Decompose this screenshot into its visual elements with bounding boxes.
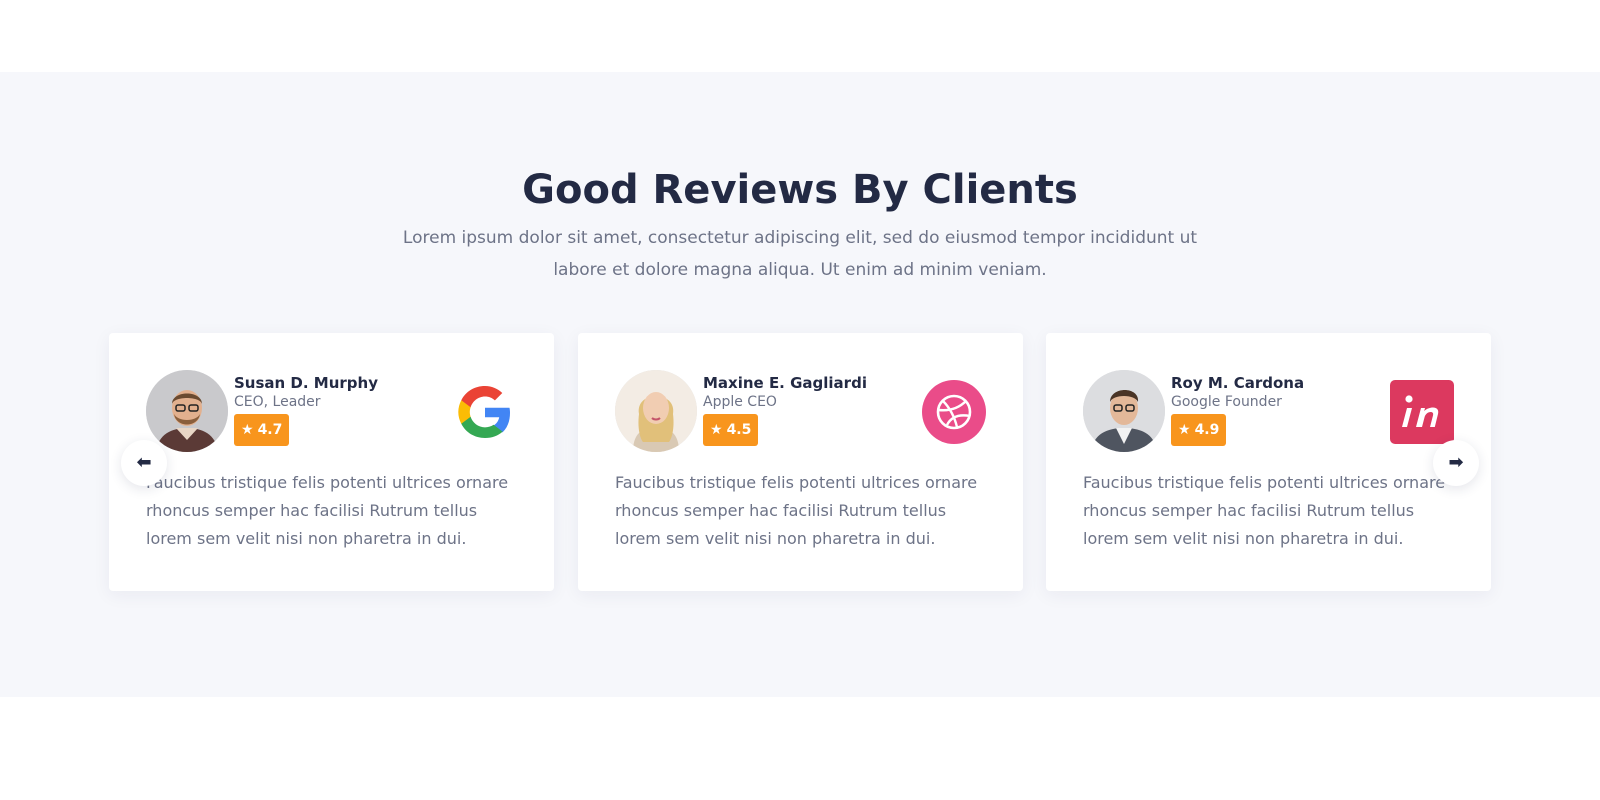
star-icon: ★ [1178, 422, 1191, 438]
star-icon: ★ [241, 422, 254, 438]
carousel-next-button[interactable]: ➡ [1433, 440, 1479, 486]
client-role: Apple CEO [703, 394, 777, 410]
avatar [146, 370, 228, 452]
testimonial-text: Faucibus tristique felis potenti ultrice… [615, 473, 978, 548]
testimonial-text: Faucibus tristique felis potenti ultrice… [146, 473, 509, 548]
google-icon [458, 386, 510, 438]
dribbble-icon [922, 380, 986, 444]
avatar [1083, 370, 1165, 452]
testimonial-text: Faucibus tristique felis potenti ultrice… [1083, 473, 1446, 548]
client-role: Google Founder [1171, 394, 1282, 410]
client-name: Susan D. Murphy [234, 374, 379, 392]
arrow-left-icon: ⬅ [136, 452, 152, 473]
arrow-right-icon: ➡ [1448, 452, 1464, 473]
section-subtitle: Lorem ipsum dolor sit amet, consectetur … [402, 228, 1198, 280]
invision-icon [1390, 380, 1454, 444]
rating-value: 4.9 [1194, 422, 1220, 438]
client-role: CEO, Leader [234, 394, 321, 410]
carousel-prev-button[interactable]: ⬅ [121, 440, 167, 486]
rating-value: 4.5 [726, 422, 752, 438]
testimonial-card: Susan D. Murphy CEO, Leader ★ 4.7 Faucibu… [109, 333, 554, 591]
section-title: Good Reviews By Clients [522, 167, 1078, 213]
rating-badge: ★ 4.7 [234, 414, 290, 446]
testimonial-card: Maxine E. Gagliardi Apple CEO ★ 4.5 Fauci… [578, 333, 1023, 591]
rating-badge: ★ 4.9 [1171, 414, 1227, 446]
client-name: Roy M. Cardona [1171, 374, 1305, 392]
testimonial-card: Roy M. Cardona Google Founder ★ 4.9 Fauci… [1046, 333, 1491, 591]
rating-value: 4.7 [257, 422, 283, 438]
client-name: Maxine E. Gagliardi [703, 374, 867, 392]
rating-badge: ★ 4.5 [703, 414, 759, 446]
star-icon: ★ [710, 422, 723, 438]
avatar [615, 370, 697, 452]
